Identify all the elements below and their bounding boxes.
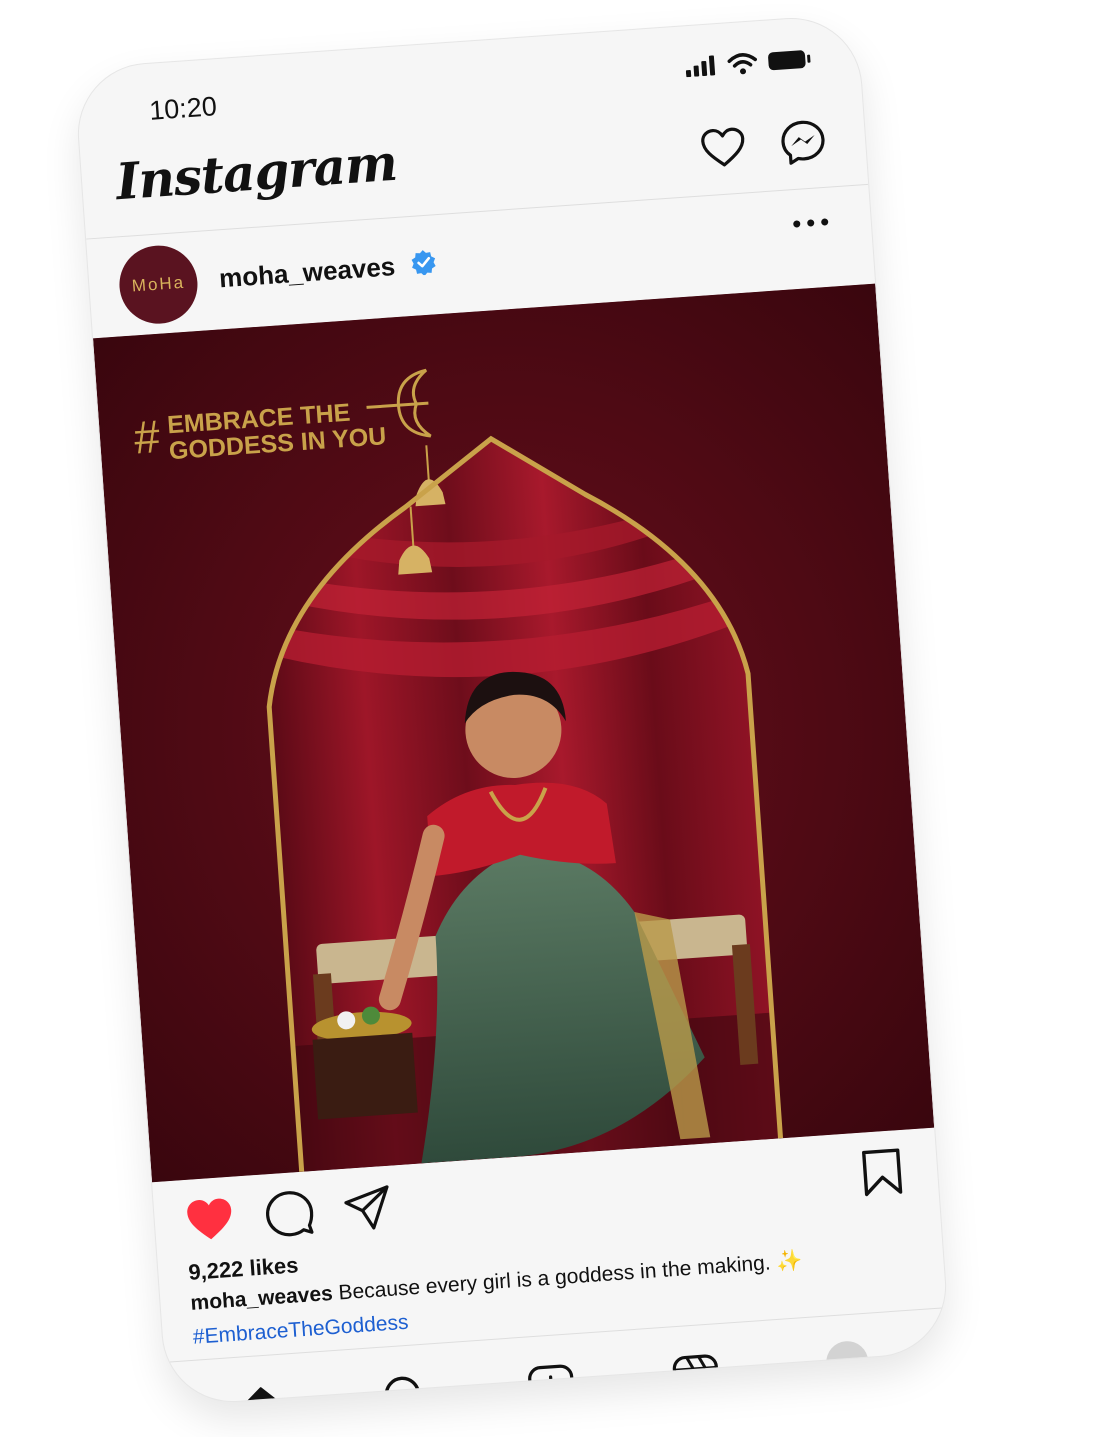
share-icon[interactable] [341, 1182, 394, 1235]
more-options-icon[interactable] [790, 215, 831, 232]
overlay-hash: # [132, 410, 162, 464]
verified-badge-icon [411, 250, 436, 276]
caption-text: Because every girl is a goddess in the m… [337, 1249, 804, 1305]
caption-hashtag[interactable]: #EmbraceTheGoddess [192, 1311, 409, 1350]
post-username[interactable]: moha_weaves [218, 251, 396, 294]
heart-icon[interactable] [183, 1193, 236, 1246]
status-icons [685, 48, 812, 79]
avatar-logo-text: MoHa [131, 272, 186, 296]
search-icon[interactable] [381, 1372, 432, 1406]
battery-icon [768, 50, 811, 71]
avatar[interactable]: MoHa [116, 242, 201, 327]
likes-count[interactable]: 9,222 likes [188, 1252, 300, 1286]
post-image-artwork: # EMBRACE THE GODDESS IN YOU [93, 283, 935, 1183]
reels-icon[interactable] [670, 1352, 721, 1403]
heart-icon[interactable] [698, 122, 749, 173]
profile-avatar[interactable] [824, 1339, 870, 1385]
new-post-icon[interactable] [526, 1362, 577, 1406]
instagram-logo[interactable]: Instagram [114, 133, 398, 211]
caption-username[interactable]: moha_weaves [190, 1282, 334, 1315]
messenger-icon[interactable] [777, 117, 828, 168]
comment-icon[interactable] [263, 1187, 316, 1240]
signal-icon [685, 55, 716, 78]
bookmark-icon[interactable] [855, 1146, 908, 1199]
post-image[interactable]: # EMBRACE THE GODDESS IN YOU [93, 283, 935, 1183]
wifi-icon [727, 53, 757, 75]
status-time: 10:20 [148, 91, 218, 126]
post-caption: moha_weaves Because every girl is a godd… [190, 1242, 910, 1316]
home-icon[interactable] [236, 1383, 287, 1406]
phone-frame: 10:20 Instagram MoHa moha_weaves # EMBRA… [74, 14, 950, 1406]
